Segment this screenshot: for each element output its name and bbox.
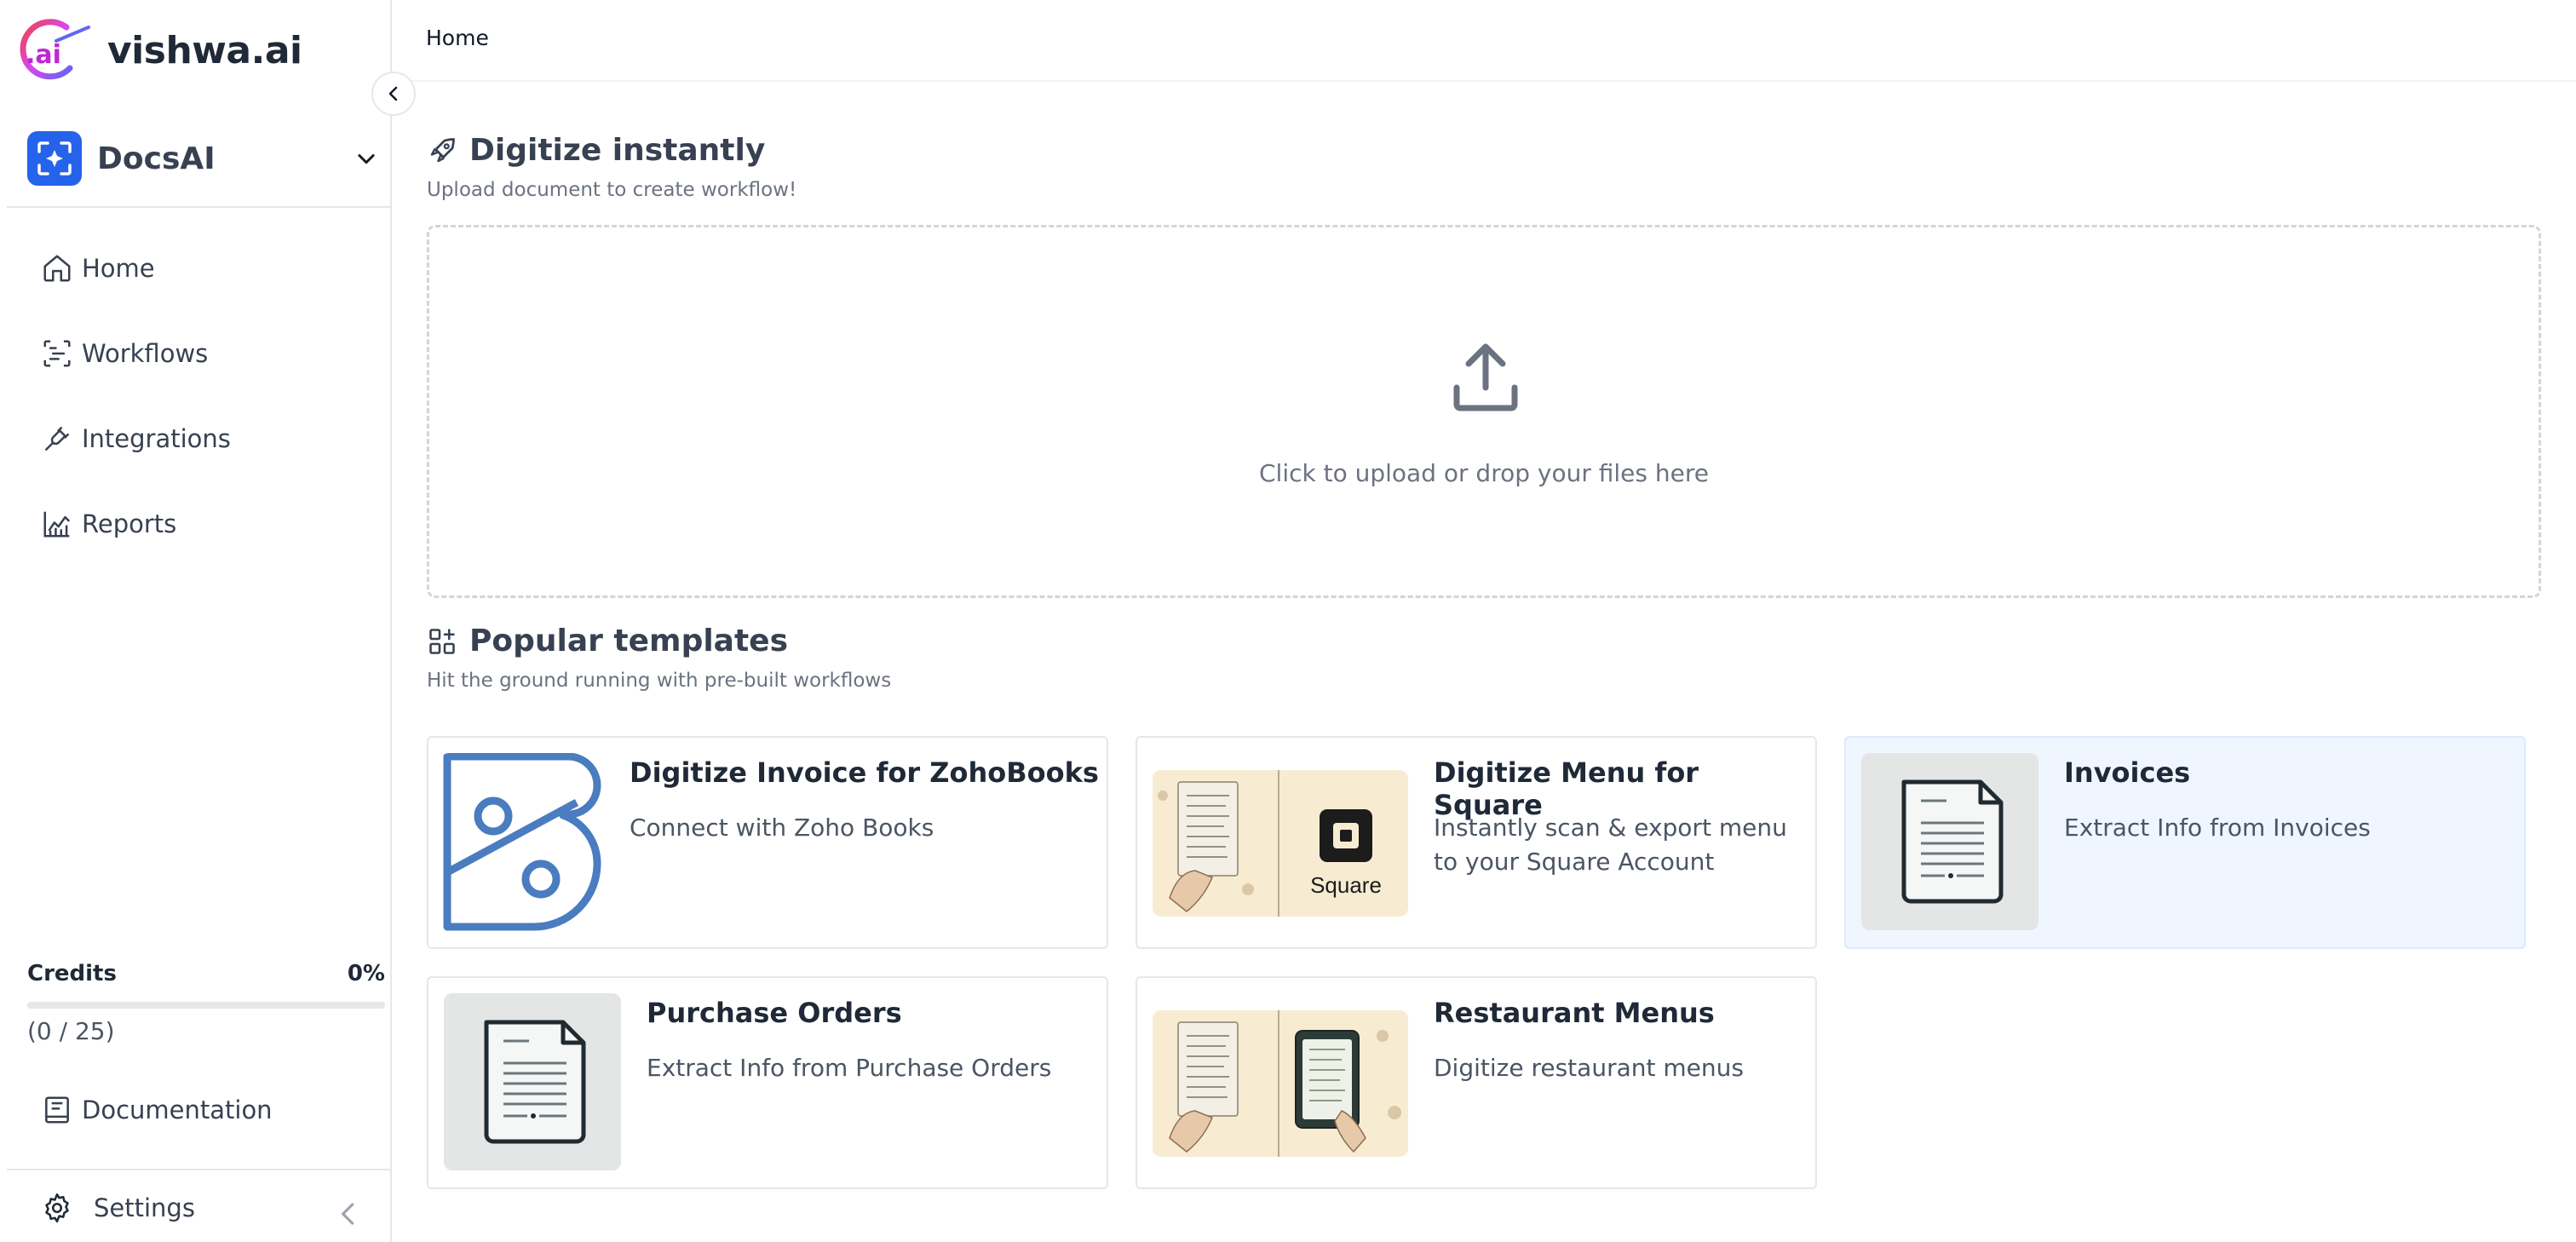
sidebar-nav: Home Workflows Integrations Reports: [41, 243, 231, 584]
document-icon: [484, 1020, 586, 1144]
templates-subtitle: Hit the ground running with pre-built wo…: [427, 670, 892, 692]
svg-text:.ai: .ai: [26, 40, 61, 70]
digitize-section-title: Digitize instantly: [427, 133, 765, 168]
sidebar-collapse-button[interactable]: [371, 72, 416, 116]
grid-plus-icon: [429, 628, 455, 654]
chart-icon: [43, 511, 71, 538]
sidebar-item-label: Home: [82, 254, 155, 283]
card-title: Restaurant Menus: [1434, 997, 1715, 1029]
sidebar-item-workflows[interactable]: Workflows: [41, 328, 231, 379]
sidebar-item-label: Integrations: [82, 424, 231, 453]
document-icon: [1901, 779, 2004, 904]
documentation-link[interactable]: Documentation: [41, 1094, 273, 1126]
top-bar: Home: [394, 0, 2576, 82]
credits-percent: 0%: [347, 961, 385, 986]
template-card-restaurant-menus[interactable]: Restaurant Menus Digitize restaurant men…: [1136, 976, 1817, 1189]
templates-section-title: Popular templates: [427, 624, 788, 658]
card-description: Extract Info from Purchase Orders: [647, 1054, 1052, 1082]
digitize-subtitle: Upload document to create workflow!: [427, 179, 797, 201]
template-card-square[interactable]: Square Digitize Menu for Square Instantl…: [1136, 736, 1817, 949]
zohobooks-logo-icon: [443, 753, 601, 931]
brand[interactable]: .ai vishwa.ai: [14, 15, 302, 85]
chevron-down-icon[interactable]: [354, 147, 378, 170]
breadcrumb[interactable]: Home: [426, 26, 489, 50]
digitize-title: Digitize instantly: [469, 133, 766, 168]
book-icon: [45, 1096, 69, 1124]
home-icon: [43, 255, 71, 282]
vishwa-logo-icon: .ai: [20, 19, 90, 80]
sidebar-item-label: Reports: [82, 509, 177, 538]
menu-square-illustration: Square: [1153, 770, 1408, 917]
plug-icon: [45, 427, 69, 451]
sidebar-item-home[interactable]: Home: [41, 243, 231, 294]
purchase-order-thumbnail: [444, 993, 621, 1170]
template-card-zohobooks[interactable]: Digitize Invoice for ZohoBooks Connect w…: [427, 736, 1108, 949]
card-description: Extract Info from Invoices: [2064, 814, 2371, 842]
gear-icon: [45, 1193, 69, 1223]
credits-label: Credits: [27, 961, 117, 986]
card-description: Instantly scan & export menu to your Squ…: [1434, 814, 1787, 876]
credits-count: (0 / 25): [27, 1017, 115, 1045]
restaurant-menu-illustration: [1153, 1010, 1408, 1157]
sidebar-item-integrations[interactable]: Integrations: [41, 413, 231, 464]
chevron-left-icon: [388, 86, 398, 101]
credits-progress-bar: [27, 1002, 385, 1009]
rocket-icon: [430, 137, 455, 162]
svg-text:Square: Square: [1310, 872, 1382, 898]
chevron-left-icon[interactable]: [332, 1198, 365, 1230]
settings-button[interactable]: Settings: [41, 1186, 365, 1230]
workspace-name: DocsAI: [97, 141, 216, 176]
template-card-purchase-orders[interactable]: Purchase Orders Extract Info from Purcha…: [427, 976, 1108, 1189]
invoice-thumbnail: [1861, 753, 2038, 930]
card-title: Purchase Orders: [647, 997, 902, 1029]
credits-panel: Credits 0% (0 / 25): [27, 961, 385, 1045]
sidebar-item-reports[interactable]: Reports: [41, 498, 231, 549]
workspace-switcher[interactable]: DocsAI: [27, 131, 385, 186]
sidebar-divider: [7, 1169, 392, 1170]
settings-label: Settings: [94, 1193, 195, 1222]
card-description: Connect with Zoho Books: [630, 814, 934, 842]
brand-name: vishwa.ai: [107, 28, 302, 72]
sidebar-divider: [7, 206, 392, 208]
upload-dropzone[interactable]: Click to upload or drop your files here: [427, 225, 2541, 598]
card-title: Invoices: [2064, 756, 2191, 789]
templates-title: Popular templates: [469, 624, 789, 658]
sidebar-item-label: Workflows: [82, 339, 209, 368]
template-card-invoices[interactable]: Invoices Extract Info from Invoices: [1844, 736, 2526, 949]
card-description: Digitize restaurant menus: [1434, 1054, 1744, 1082]
card-title: Digitize Invoice for ZohoBooks: [630, 756, 1099, 789]
menu-tablet-illustration-icon: [1169, 1010, 1401, 1157]
upload-instructions: Click to upload or drop your files here: [1259, 459, 1709, 487]
documentation-label: Documentation: [82, 1095, 273, 1124]
sidebar: .ai vishwa.ai DocsAI Home Workflows Inte…: [0, 0, 392, 1242]
workflows-icon: [43, 340, 71, 367]
docsai-app-icon: [27, 131, 82, 186]
upload-icon: [1453, 343, 1518, 411]
menu-scan-illustration-icon: Square: [1158, 770, 1382, 917]
